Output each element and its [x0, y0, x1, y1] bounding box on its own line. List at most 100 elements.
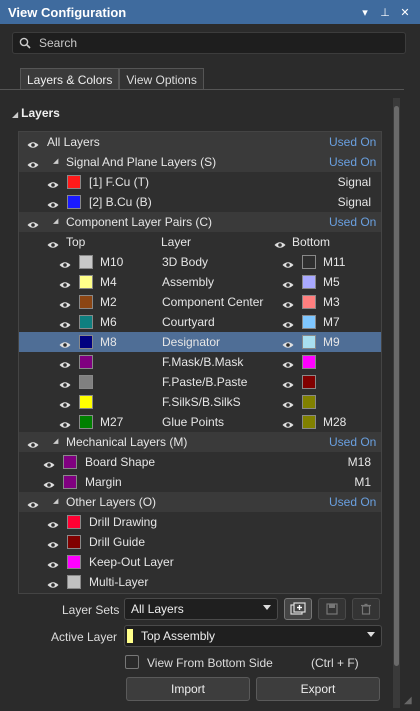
layer-sets-dropdown[interactable]: All Layers — [124, 598, 278, 620]
expand-triangle-icon[interactable]: ◢ — [53, 157, 58, 165]
eye-visibility-icon[interactable] — [27, 158, 39, 172]
layer-color-swatch[interactable] — [67, 575, 81, 589]
layer-color-swatch[interactable] — [67, 555, 81, 569]
scrollbar-thumb[interactable] — [394, 106, 399, 666]
panel-menu-button[interactable]: ▾ — [358, 6, 372, 19]
used-on-link[interactable]: Used On — [329, 435, 376, 449]
used-on-link[interactable]: Used On — [329, 215, 376, 229]
layers-section-header[interactable]: ◢ Layers — [12, 106, 60, 120]
pin-button[interactable]: ⊥ — [378, 6, 392, 19]
eye-visibility-icon[interactable] — [59, 378, 71, 392]
top-layer-color-swatch[interactable] — [79, 275, 93, 289]
top-layer-color-swatch[interactable] — [79, 395, 93, 409]
layer-color-swatch[interactable] — [63, 455, 77, 469]
other-layer-row[interactable]: Multi-Layer — [19, 572, 381, 592]
eye-visibility-icon[interactable] — [282, 278, 294, 292]
eye-visibility-icon[interactable] — [43, 478, 55, 492]
mechanical-layer-row[interactable]: Board Shape M18 — [19, 452, 381, 472]
eye-visibility-icon[interactable] — [59, 358, 71, 372]
view-from-bottom-checkbox[interactable] — [125, 655, 139, 669]
eye-visibility-icon[interactable] — [43, 458, 55, 472]
eye-visibility-icon[interactable] — [59, 298, 71, 312]
bottom-layer-color-swatch[interactable] — [302, 375, 316, 389]
eye-visibility-icon[interactable] — [27, 138, 39, 152]
pairs-header-row[interactable]: Top Layer Bottom — [19, 232, 381, 252]
resize-grip-icon[interactable]: ◢ — [404, 695, 412, 706]
signal-group-row[interactable]: ◢ Signal And Plane Layers (S) Used On — [19, 152, 381, 172]
eye-visibility-icon[interactable] — [282, 398, 294, 412]
import-button[interactable]: Import — [126, 677, 250, 701]
close-button[interactable]: ✕ — [398, 6, 412, 19]
layer-color-swatch[interactable] — [67, 535, 81, 549]
bottom-layer-color-swatch[interactable] — [302, 255, 316, 269]
top-layer-color-swatch[interactable] — [79, 315, 93, 329]
top-layer-color-swatch[interactable] — [79, 335, 93, 349]
eye-visibility-icon[interactable] — [47, 198, 59, 212]
top-layer-color-swatch[interactable] — [79, 255, 93, 269]
layer-pair-row[interactable]: M10 3D Body M11 — [19, 252, 381, 272]
eye-visibility-icon[interactable] — [47, 578, 59, 592]
eye-visibility-icon[interactable] — [282, 318, 294, 332]
eye-visibility-icon[interactable] — [47, 538, 59, 552]
eye-visibility-icon[interactable] — [282, 258, 294, 272]
delete-layer-set-button[interactable] — [352, 598, 380, 620]
bottom-layer-color-swatch[interactable] — [302, 395, 316, 409]
eye-visibility-icon[interactable] — [282, 418, 294, 432]
eye-visibility-icon[interactable] — [59, 278, 71, 292]
search-field[interactable]: Search — [12, 32, 406, 54]
eye-visibility-icon[interactable] — [59, 338, 71, 352]
bottom-layer-color-swatch[interactable] — [302, 335, 316, 349]
bottom-layer-color-swatch[interactable] — [302, 315, 316, 329]
eye-visibility-icon[interactable] — [27, 498, 39, 512]
expand-triangle-icon[interactable]: ◢ — [53, 497, 58, 505]
eye-visibility-icon[interactable] — [282, 378, 294, 392]
add-layer-set-button[interactable] — [284, 598, 312, 620]
top-layer-color-swatch[interactable] — [79, 355, 93, 369]
eye-visibility-icon[interactable] — [47, 238, 59, 252]
eye-visibility-icon[interactable] — [59, 258, 71, 272]
layer-color-swatch[interactable] — [67, 515, 81, 529]
eye-visibility-icon[interactable] — [59, 398, 71, 412]
other-layer-row[interactable]: Drill Guide — [19, 532, 381, 552]
other-layers-group-row[interactable]: ◢ Other Layers (O) Used On — [19, 492, 381, 512]
layer-pair-row[interactable]: F.Mask/B.Mask — [19, 352, 381, 372]
tab-view-options[interactable]: View Options — [119, 68, 204, 90]
top-layer-color-swatch[interactable] — [79, 295, 93, 309]
layer-pair-row[interactable]: F.Paste/B.Paste — [19, 372, 381, 392]
eye-visibility-icon[interactable] — [282, 358, 294, 372]
expand-triangle-icon[interactable]: ◢ — [53, 217, 58, 225]
used-on-link[interactable]: Used On — [329, 495, 376, 509]
eye-visibility-icon[interactable] — [27, 438, 39, 452]
active-layer-dropdown[interactable]: Top Assembly — [124, 625, 382, 647]
top-layer-color-swatch[interactable] — [79, 375, 93, 389]
signal-layer-row[interactable]: [1] F.Cu (T) Signal — [19, 172, 381, 192]
component-pairs-group-row[interactable]: ◢ Component Layer Pairs (C) Used On — [19, 212, 381, 232]
layer-color-swatch[interactable] — [67, 195, 81, 209]
bottom-layer-color-swatch[interactable] — [302, 415, 316, 429]
eye-visibility-icon[interactable] — [59, 318, 71, 332]
bottom-layer-color-swatch[interactable] — [302, 275, 316, 289]
save-layer-set-button[interactable] — [318, 598, 346, 620]
vertical-scrollbar[interactable] — [393, 98, 400, 708]
layer-pair-row[interactable]: M4 Assembly M5 — [19, 272, 381, 292]
layer-color-swatch[interactable] — [63, 475, 77, 489]
expand-triangle-icon[interactable]: ◢ — [53, 437, 58, 445]
eye-visibility-icon[interactable] — [27, 218, 39, 232]
signal-layer-row[interactable]: [2] B.Cu (B) Signal — [19, 192, 381, 212]
export-button[interactable]: Export — [256, 677, 380, 701]
layer-color-swatch[interactable] — [67, 175, 81, 189]
other-layer-row[interactable]: Keep-Out Layer — [19, 552, 381, 572]
used-on-link[interactable]: Used On — [329, 155, 376, 169]
layer-pair-row[interactable]: M6 Courtyard M7 — [19, 312, 381, 332]
eye-visibility-icon[interactable] — [47, 178, 59, 192]
eye-visibility-icon[interactable] — [282, 338, 294, 352]
eye-visibility-icon[interactable] — [47, 518, 59, 532]
used-on-link[interactable]: Used On — [329, 135, 376, 149]
eye-visibility-icon[interactable] — [47, 558, 59, 572]
layer-pair-row[interactable]: M2 Component Center M3 — [19, 292, 381, 312]
mechanical-layer-row[interactable]: Margin M1 — [19, 472, 381, 492]
eye-visibility-icon[interactable] — [282, 298, 294, 312]
tab-layers-colors[interactable]: Layers & Colors — [20, 68, 120, 90]
top-layer-color-swatch[interactable] — [79, 415, 93, 429]
other-layer-row[interactable]: Drill Drawing — [19, 512, 381, 532]
